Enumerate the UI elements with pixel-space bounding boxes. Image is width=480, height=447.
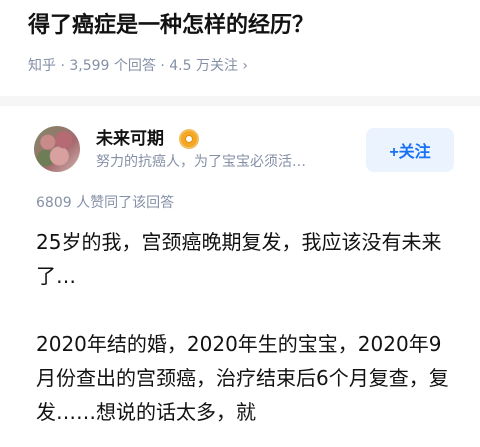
answer-content[interactable]: 25岁的我，宫颈癌晚期复发，我应该没有未来了… 2020年结的婚，2020年生的… — [36, 225, 456, 429]
answer-paragraph: 2020年结的婚，2020年生的宝宝，2020年9月份查出的宫颈癌，治疗结束后6… — [36, 332, 449, 424]
author-bio: 努力的抗癌人，为了宝宝必须活… — [96, 154, 306, 170]
answer-paragraph: 25岁的我，宫颈癌晚期复发，我应该没有未来了… — [36, 230, 442, 288]
verified-badge-icon — [179, 129, 199, 149]
meta-separator: · — [56, 58, 70, 74]
follow-button[interactable]: +关注 — [366, 128, 454, 172]
section-divider — [0, 96, 480, 106]
author-avatar[interactable] — [34, 126, 80, 172]
source-label: 知乎 — [28, 58, 56, 74]
answer-count: 3,599 个回答 — [69, 58, 156, 74]
follower-count: 4.5 万关注 — [169, 58, 238, 74]
question-meta[interactable]: 知乎 · 3,599 个回答 · 4.5 万关注 › — [28, 56, 248, 76]
question-title[interactable]: 得了癌症是一种怎样的经历？ — [28, 10, 468, 42]
author-name[interactable]: 未来可期 — [96, 128, 164, 150]
likes-count: 6809 人赞同了该回答 — [36, 195, 175, 211]
chevron-right-icon: › — [242, 58, 249, 74]
meta-separator: · — [155, 58, 170, 74]
